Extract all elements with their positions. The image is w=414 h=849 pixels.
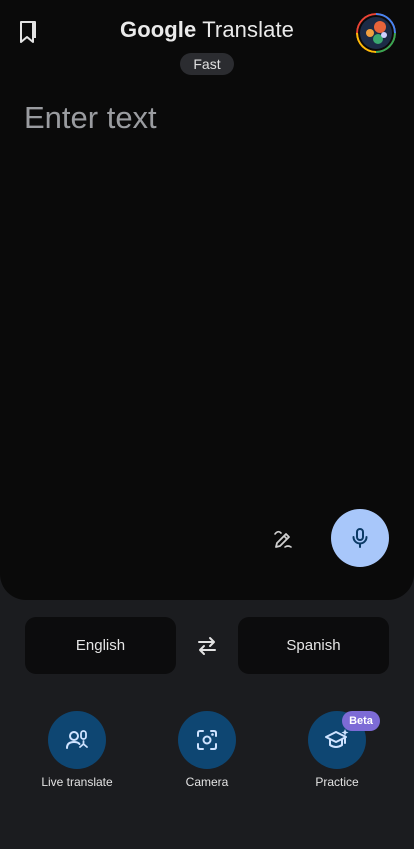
app-title-product: Translate — [202, 17, 294, 42]
source-language-button[interactable]: English — [25, 617, 176, 674]
camera-label: Camera — [185, 775, 229, 789]
live-translate-button[interactable] — [48, 711, 106, 769]
practice-cap-icon — [325, 729, 349, 748]
source-text-input[interactable] — [24, 100, 390, 480]
live-translate-label: Live translate — [41, 775, 113, 789]
handwriting-button[interactable] — [266, 522, 300, 556]
app-header: Google Translate Fast — [0, 0, 414, 80]
swap-arrows-icon — [198, 637, 216, 655]
live-translate-action: Live translate — [22, 711, 132, 789]
camera-lens-icon — [197, 730, 217, 750]
practice-label: Practice — [315, 775, 359, 789]
beta-badge: Beta — [342, 711, 380, 731]
app-title-brand: Google — [119, 17, 197, 42]
avatar-image — [356, 13, 396, 53]
app-title: Google Translate — [0, 17, 414, 43]
camera-action: Camera — [152, 711, 262, 789]
account-avatar[interactable] — [356, 13, 396, 53]
microphone-icon — [352, 528, 368, 548]
swap-languages-button[interactable] — [190, 630, 224, 662]
live-translate-icon — [66, 730, 88, 749]
model-selector-chip[interactable]: Fast — [180, 53, 234, 75]
camera-button[interactable] — [178, 711, 236, 769]
target-language-label: Spanish — [286, 637, 341, 654]
input-panel: Google Translate Fast — [0, 0, 414, 600]
voice-input-button[interactable] — [331, 509, 389, 567]
source-language-label: English — [75, 637, 126, 654]
target-language-button[interactable]: Spanish — [238, 617, 389, 674]
handwriting-pen-icon — [274, 530, 292, 548]
